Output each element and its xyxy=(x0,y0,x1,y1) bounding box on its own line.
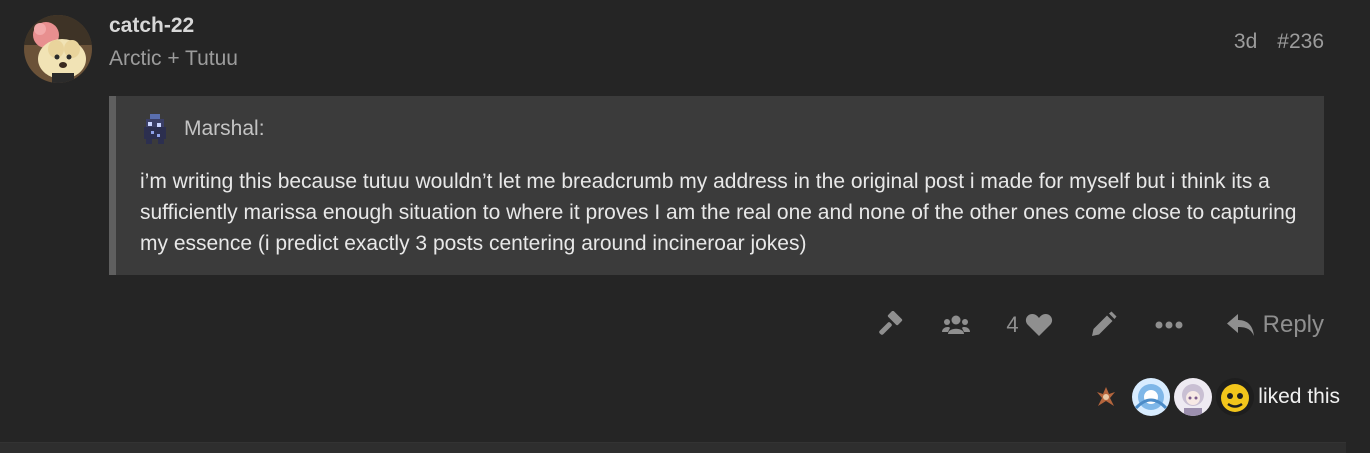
users-icon xyxy=(942,314,971,336)
post-number[interactable]: #236 xyxy=(1277,30,1324,54)
post-age[interactable]: 3d xyxy=(1234,30,1257,54)
liker-avatar[interactable] xyxy=(1132,378,1171,416)
quote-header: Marshal: xyxy=(142,114,265,144)
quote-author[interactable]: Marshal: xyxy=(184,117,265,141)
quote-author-avatar[interactable] xyxy=(142,114,168,144)
post-actions: 4 Reply xyxy=(876,306,1324,344)
liker-avatar[interactable] xyxy=(1094,385,1118,409)
quote-text: i’m writing this because tutuu wouldn’t … xyxy=(140,170,1297,255)
ellipsis-icon xyxy=(1155,321,1183,329)
liked-this-label: liked this xyxy=(1258,385,1340,408)
username[interactable]: catch-22 xyxy=(109,14,194,38)
edit-button[interactable] xyxy=(1089,311,1117,339)
like-count: 4 xyxy=(1006,312,1019,337)
hammer-icon xyxy=(876,311,904,339)
post-meta: 3d #236 xyxy=(1234,30,1324,54)
more-options-button[interactable] xyxy=(1155,321,1183,329)
reply-button[interactable]: Reply xyxy=(1226,311,1324,339)
admin-hammer-button[interactable] xyxy=(876,311,904,339)
like-button[interactable]: 4 xyxy=(1006,312,1052,338)
liked-by: liked this xyxy=(1094,378,1340,416)
reply-label: Reply xyxy=(1262,311,1324,338)
user-title: Arctic + Tutuu xyxy=(109,47,238,70)
pencil-icon xyxy=(1089,311,1117,339)
post: catch-22 Arctic + Tutuu 3d #236 Marshal:… xyxy=(0,0,1370,453)
group-button[interactable] xyxy=(942,314,971,336)
post-divider xyxy=(0,442,1346,453)
liker-avatar[interactable] xyxy=(1174,378,1213,416)
quote-block: Marshal: i’m writing this because tutuu … xyxy=(109,96,1324,275)
liker-avatar[interactable] xyxy=(1216,378,1255,416)
reply-icon xyxy=(1226,313,1255,337)
heart-icon xyxy=(1025,313,1053,337)
user-avatar[interactable] xyxy=(24,15,92,83)
